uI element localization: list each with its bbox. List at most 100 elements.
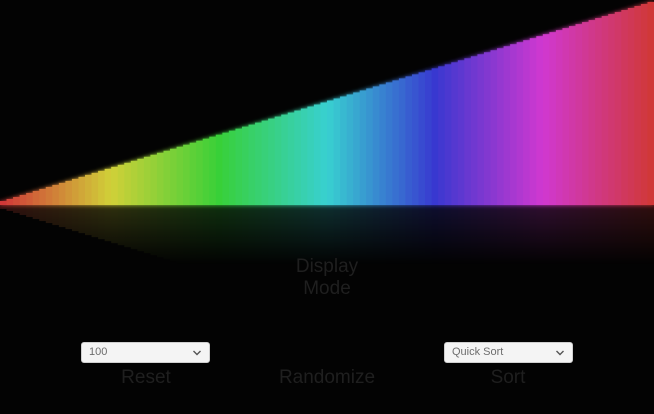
bar-reflection — [222, 205, 230, 265]
bar-reflection — [91, 205, 99, 238]
algorithm-dropdown[interactable]: Quick Sort — [444, 342, 573, 363]
bar — [582, 22, 590, 205]
bar — [39, 188, 47, 205]
bar — [346, 94, 354, 205]
bar-reflection — [621, 205, 629, 265]
display-mode-button[interactable]: Display Mode — [262, 256, 392, 300]
bar — [353, 92, 361, 205]
bar — [150, 154, 158, 205]
bar — [497, 48, 505, 206]
bar-reflection — [490, 205, 498, 265]
bar-reflection — [588, 205, 596, 265]
bar — [575, 24, 583, 205]
bar-reflection — [215, 205, 223, 265]
bar-reflection — [529, 205, 537, 265]
bar — [333, 98, 341, 205]
bar-reflection — [45, 205, 53, 224]
bar-reflection — [640, 205, 649, 265]
bar — [568, 26, 577, 206]
bar — [294, 110, 302, 205]
bar — [91, 172, 99, 205]
bar-reflection — [19, 205, 27, 216]
bar — [248, 124, 256, 205]
bar-reflection — [85, 205, 93, 236]
bar-reflection — [117, 205, 125, 246]
bar — [255, 122, 263, 205]
bar-reflection — [71, 205, 80, 232]
bar — [45, 186, 53, 205]
bar — [85, 174, 93, 205]
bar — [320, 102, 328, 205]
bar — [137, 158, 145, 205]
bar-reflection — [209, 205, 217, 265]
element-count-dropdown[interactable]: 100 — [81, 342, 210, 363]
bar-reflection — [601, 205, 609, 265]
bar — [274, 116, 282, 205]
bar — [143, 156, 152, 205]
randomize-button[interactable]: Randomize — [262, 367, 392, 389]
bar — [431, 68, 439, 205]
bar — [483, 52, 492, 205]
bar — [235, 128, 243, 205]
bar — [510, 44, 518, 206]
reset-button[interactable]: Reset — [96, 367, 196, 389]
bar — [327, 100, 335, 205]
bar-reflection — [464, 205, 472, 265]
bar — [209, 136, 217, 205]
bar — [529, 38, 537, 206]
bar — [287, 112, 295, 205]
bar — [379, 84, 387, 205]
bar-reflection — [32, 205, 40, 220]
bar — [621, 10, 629, 206]
bar — [19, 194, 27, 205]
bar-reflection — [568, 205, 577, 265]
bar — [412, 74, 420, 205]
bar-reflection — [235, 205, 243, 265]
bar — [281, 114, 289, 205]
bar — [595, 18, 603, 205]
bar — [65, 180, 73, 205]
bar-reflection — [78, 205, 86, 234]
bar — [241, 126, 250, 205]
bar-reflection — [575, 205, 583, 265]
bar — [418, 72, 426, 205]
bar-reflection — [516, 205, 524, 265]
bar — [608, 14, 616, 206]
bar-reflection — [156, 205, 165, 258]
bar-reflection — [470, 205, 479, 265]
bar-reflection — [510, 205, 518, 265]
bar — [228, 130, 237, 205]
bar — [111, 166, 119, 205]
chevron-down-icon — [556, 350, 564, 356]
display-mode-label-line1: Display — [295, 256, 359, 277]
bar-reflection — [98, 205, 106, 240]
bar-reflection — [111, 205, 119, 244]
bar-reflection — [627, 205, 635, 265]
bar-reflection — [418, 205, 426, 265]
bar — [562, 28, 570, 205]
bar-reflection — [647, 205, 654, 265]
bar — [555, 30, 564, 205]
bar-reflection — [150, 205, 158, 256]
bar-reflection — [405, 205, 413, 265]
bar-reflection — [65, 205, 73, 230]
bar — [202, 138, 210, 205]
bar — [588, 20, 596, 206]
bar — [32, 190, 40, 205]
bar — [366, 88, 374, 205]
bar-reflection — [228, 205, 237, 265]
bar-reflection — [536, 205, 544, 265]
bar-reflection — [431, 205, 439, 265]
bar — [477, 54, 485, 206]
bar-reflection — [549, 205, 557, 265]
bar — [268, 118, 276, 205]
bar-reflection — [143, 205, 152, 254]
bar-reflection — [248, 205, 256, 265]
bar-reflection — [595, 205, 603, 265]
bar-reflection — [483, 205, 492, 265]
sort-button[interactable]: Sort — [458, 367, 558, 389]
bar — [261, 120, 269, 205]
bar — [13, 196, 21, 205]
bar-reflection — [176, 205, 184, 264]
chevron-down-icon — [193, 350, 201, 356]
